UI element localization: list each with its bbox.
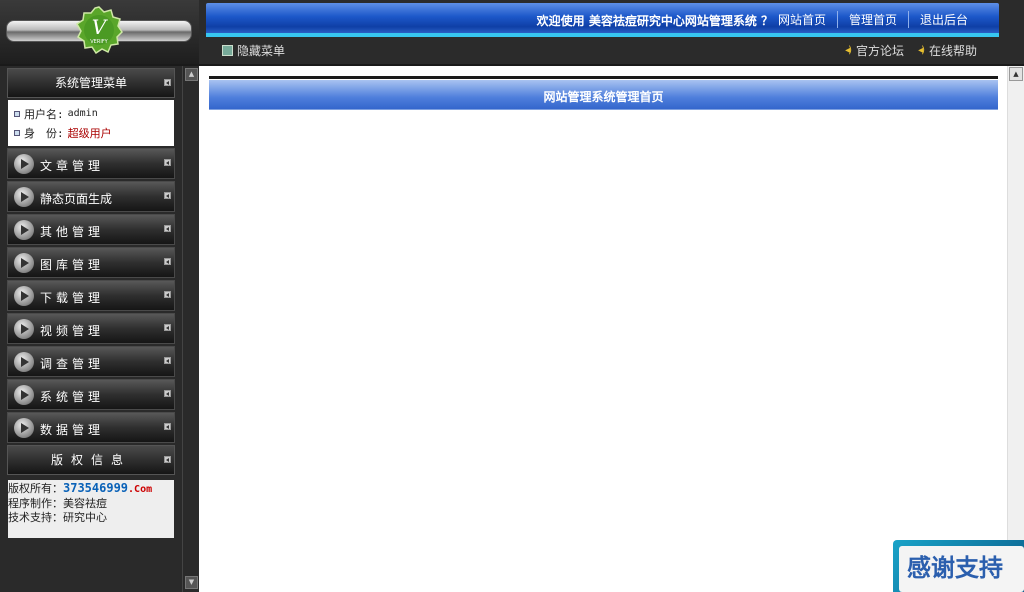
sidebar-item-data[interactable]: 数据管理	[7, 412, 175, 443]
welcome-text: 欢迎使用 美容祛痘研究中心网站管理系统 ？	[536, 14, 773, 28]
play-icon	[14, 319, 34, 339]
scroll-down-icon[interactable]: ▼	[185, 576, 198, 589]
logo-area: V VERIFY	[0, 0, 199, 64]
username-row: 用户名: admin	[14, 104, 168, 123]
sidebar-title-label: 系统管理菜单	[54, 76, 127, 90]
sidebar-item-videos[interactable]: 视频管理	[7, 313, 175, 344]
sidebar-item-label: 数据管理	[40, 423, 105, 437]
play-icon	[14, 154, 34, 174]
speaker-icon: ◂)	[918, 45, 925, 56]
sidebar-item-label: 调查管理	[40, 357, 105, 371]
expand-icon	[164, 423, 171, 430]
owner-brand-number: 373546999	[63, 481, 129, 495]
sidebar-scrollbar[interactable]: ▲ ▼	[182, 66, 199, 592]
sidebar-item-downloads[interactable]: 下载管理	[7, 280, 175, 311]
bullet-icon	[14, 110, 20, 117]
expand-icon	[164, 390, 171, 397]
sidebar-item-label: 视频管理	[40, 324, 105, 338]
logo-letter: V	[92, 15, 109, 39]
expand-icon	[164, 258, 171, 265]
copyright-head-label: 版权信息	[50, 453, 131, 467]
logo-caption: VERIFY	[90, 39, 108, 45]
thanks-badge-label: 感谢支持	[899, 546, 1024, 592]
maker-line: 程序制作：美容祛痘	[8, 497, 107, 510]
expand-icon	[164, 357, 171, 364]
collapse-icon	[164, 79, 171, 86]
play-icon	[14, 220, 34, 240]
title-top-rule	[209, 76, 998, 79]
thanks-badge[interactable]: 感谢支持	[893, 540, 1024, 592]
sidebar-item-label: 文章管理	[40, 159, 105, 173]
username-value: admin	[67, 108, 98, 119]
forum-link[interactable]: ◂) 官方论坛	[845, 42, 904, 59]
sidebar-item-system[interactable]: 系统管理	[7, 379, 175, 410]
expand-icon	[164, 291, 171, 298]
site-home-link[interactable]: 网站首页	[767, 11, 837, 28]
help-link[interactable]: ◂) 在线帮助	[918, 42, 977, 59]
play-icon	[14, 286, 34, 306]
play-icon	[14, 352, 34, 372]
play-icon	[14, 253, 34, 273]
sidebar-item-label: 下载管理	[40, 291, 105, 305]
main-scrollbar[interactable]: ▲	[1007, 66, 1024, 592]
sub-links: ◂) 官方论坛 ◂) 在线帮助	[845, 42, 977, 59]
expand-icon	[164, 159, 171, 166]
help-link-label: 在线帮助	[928, 44, 977, 58]
scroll-up-icon[interactable]: ▲	[1009, 67, 1023, 81]
header-links: 网站首页 管理首页 退出后台	[767, 11, 979, 28]
sidebar-item-gallery[interactable]: 图库管理	[7, 247, 175, 278]
sidebar-item-label: 系统管理	[40, 390, 105, 404]
expand-icon	[164, 324, 171, 331]
play-icon	[14, 385, 34, 405]
owner-brand-suffix: .Com	[128, 484, 153, 495]
sidebar: 系统管理菜单 用户名: admin 身 份: 超级用户 文章管理 静态页面生成 …	[0, 66, 199, 592]
bullet-icon	[14, 129, 20, 136]
header-right-strip	[1003, 0, 1024, 64]
copyright-head[interactable]: 版权信息	[7, 445, 175, 475]
username-label: 用户名:	[24, 107, 64, 121]
header-blue-bar: 欢迎使用 美容祛痘研究中心网站管理系统 ？ 网站首页 管理首页 退出后台	[206, 3, 999, 37]
page-title: 网站管理系统管理首页	[209, 80, 998, 110]
expand-icon	[164, 192, 171, 199]
user-info-box: 用户名: admin 身 份: 超级用户	[8, 100, 174, 146]
sidebar-item-label: 其他管理	[40, 225, 105, 239]
owner-label: 版权所有：	[8, 482, 63, 495]
header-cyan-stripe	[206, 33, 999, 37]
sidebar-item-label: 静态页面生成	[40, 192, 113, 206]
role-row: 身 份: 超级用户	[14, 123, 168, 142]
speaker-icon: ◂)	[845, 45, 852, 56]
logout-link[interactable]: 退出后台	[907, 11, 979, 28]
sidebar-item-other[interactable]: 其他管理	[7, 214, 175, 245]
collapse-icon	[164, 456, 171, 463]
admin-home-link[interactable]: 管理首页	[836, 11, 908, 28]
role-value: 超级用户	[67, 126, 112, 140]
play-icon	[14, 187, 34, 207]
sidebar-item-label: 图库管理	[40, 258, 105, 272]
play-icon	[14, 418, 34, 438]
scroll-up-icon[interactable]: ▲	[185, 68, 198, 81]
owner-brand: 373546999.Com	[63, 481, 152, 495]
main-content: 网站管理系统管理首页	[199, 66, 1007, 592]
role-label: 身 份:	[24, 126, 64, 140]
logo-badge-icon: V VERIFY	[76, 6, 123, 54]
forum-link-label: 官方论坛	[856, 44, 905, 58]
copyright-box: 版权所有：373546999.Com 程序制作：美容祛痘 技术支持：研究中心	[8, 480, 174, 538]
hide-menu-label: 隐藏菜单	[237, 44, 286, 58]
hide-menu-button[interactable]: 隐藏菜单	[222, 42, 285, 59]
expand-icon	[164, 225, 171, 232]
sidebar-item-surveys[interactable]: 调查管理	[7, 346, 175, 377]
sidebar-item-articles[interactable]: 文章管理	[7, 148, 175, 179]
support-line: 技术支持：研究中心	[8, 511, 107, 524]
header-subbar: 隐藏菜单 ◂) 官方论坛 ◂) 在线帮助	[206, 38, 999, 62]
menu-toggle-icon	[222, 45, 233, 56]
owner-line: 版权所有：373546999.Com	[8, 481, 174, 497]
sidebar-item-static-pages[interactable]: 静态页面生成	[7, 181, 175, 212]
top-header: V VERIFY 欢迎使用 美容祛痘研究中心网站管理系统 ？ 网站首页 管理首页…	[0, 0, 1024, 66]
sidebar-title[interactable]: 系统管理菜单	[7, 68, 175, 98]
